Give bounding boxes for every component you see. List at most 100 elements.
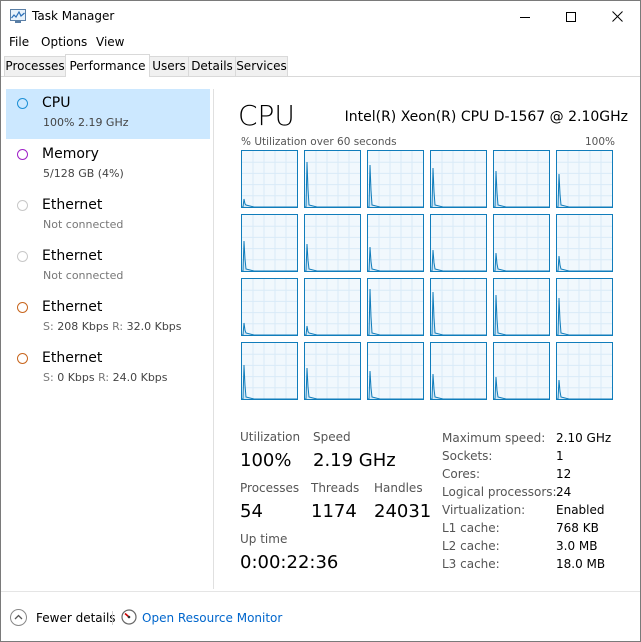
spec-label: L2 cache: [442,539,500,553]
cpu-title: CPU [238,99,295,132]
cpu-core-graph [430,214,487,272]
cpu-core-graph [430,342,487,400]
sidebar-item-label: Ethernet [42,197,103,213]
cpu-core-graph [241,342,298,400]
uptime-label: Up time [240,532,288,546]
ethernet-indicator-icon [17,200,28,211]
chevron-up-icon[interactable] [10,609,27,626]
send-label: S: [43,320,54,333]
cpu-core-graph [241,278,298,336]
sidebar-item-detail: S: 208 Kbps R: 32.0 Kbps [43,320,182,333]
tab-details[interactable]: Details [188,56,236,76]
cpu-model: Intel(R) Xeon(R) CPU D-1567 @ 2.10GHz [344,109,628,125]
maximize-icon [566,11,576,22]
spec-label: Maximum speed: [442,431,546,445]
sidebar-item-cpu[interactable]: CPU 100% 2.19 GHz [6,89,210,139]
spec-label: Sockets: [442,449,493,463]
tab-users[interactable]: Users [149,56,189,76]
menu-file[interactable]: File [9,35,29,49]
sidebar-item-label: CPU [42,95,71,111]
tab-performance[interactable]: Performance [65,54,150,77]
sidebar-item-ethernet-2[interactable]: Ethernet Not connected [6,242,210,292]
maximize-button[interactable] [548,1,594,32]
tab-processes[interactable]: Processes [4,56,66,76]
utilization-trace [242,322,297,335]
spec-label: L1 cache: [442,521,500,535]
speed-label: Speed [313,430,351,444]
sidebar-item-detail: S: 0 Kbps R: 24.0 Kbps [43,371,168,384]
receive-rate: 32.0 Kbps [126,320,182,333]
utilization-trace [557,173,612,207]
uptime-value: 0:00:22:36 [240,552,339,573]
minimize-icon [520,16,530,18]
threads-label: Threads [311,481,360,495]
send-label: S: [43,371,54,384]
sidebar-item-label: Ethernet [42,248,103,264]
cpu-detail-pane: CPU Intel(R) Xeon(R) CPU D-1567 @ 2.10GH… [214,77,640,591]
cpu-core-graph [556,150,613,208]
utilization-trace [431,373,486,399]
spec-label: Cores: [442,467,481,481]
cpu-core-graph [556,214,613,272]
tab-services[interactable]: Services [235,56,288,76]
sidebar-item-detail: 100% 2.19 GHz [43,116,129,129]
spec-value: 768 KB [556,521,599,535]
sidebar-item-ethernet-3[interactable]: Ethernet S: 208 Kbps R: 32.0 Kbps [6,293,210,343]
open-resource-monitor-link[interactable]: Open Resource Monitor [142,611,282,625]
spec-value: 3.0 MB [556,539,598,553]
task-manager-icon [10,9,26,23]
spec-label: L3 cache: [442,557,500,571]
ethernet-indicator-icon [17,302,28,313]
cpu-core-graph [556,342,613,400]
memory-indicator-icon [17,149,28,160]
close-button[interactable] [594,1,640,32]
cpu-core-graph [367,342,424,400]
footer-divider [112,611,113,625]
utilization-trace [242,198,297,207]
minimize-button[interactable] [502,1,548,32]
utilization-trace [242,364,297,399]
cpu-core-graph [367,278,424,336]
cpu-core-graph [493,214,550,272]
spec-value: 2.10 GHz [556,431,612,445]
spec-label: Virtualization: [442,503,526,517]
cpu-indicator-icon [17,98,28,109]
utilization-trace [557,255,612,271]
sidebar-item-label: Ethernet [42,299,103,315]
graph-caption: % Utilization over 60 seconds [241,136,397,148]
utilization-trace [242,240,297,271]
sidebar-item-detail: 5/128 GB (4%) [43,167,124,180]
utilization-trace [368,370,423,399]
cpu-core-graph [304,214,361,272]
sidebar-item-ethernet-4[interactable]: Ethernet S: 0 Kbps R: 24.0 Kbps [6,344,210,394]
cpu-core-graph [367,214,424,272]
resource-monitor-icon [121,609,137,625]
footer-bar: Fewer details Open Resource Monitor [1,591,640,641]
receive-label: R: [98,371,110,384]
utilization-trace [431,249,486,271]
utilization-label: Utilization [240,430,301,444]
utilization-trace [494,170,549,207]
utilization-trace [368,164,423,207]
menu-options[interactable]: Options [41,35,87,49]
cpu-core-graph [493,342,550,400]
utilization-trace [368,246,423,271]
cpu-core-graph [304,150,361,208]
sidebar-item-ethernet-1[interactable]: Ethernet Not connected [6,191,210,241]
menu-view[interactable]: View [96,35,124,49]
processes-value: 54 [240,501,263,522]
cpu-core-graph [493,278,550,336]
utilization-trace [431,291,486,335]
fewer-details-button[interactable]: Fewer details [36,611,116,625]
sidebar-item-memory[interactable]: Memory 5/128 GB (4%) [6,140,210,190]
utilization-trace [494,252,549,271]
send-rate: 208 Kbps [57,320,109,333]
utilization-trace [557,297,612,335]
utilization-trace [557,379,612,399]
sidebar-item-detail: Not connected [43,218,124,231]
cpu-core-graph [241,150,298,208]
handles-value: 24031 [374,501,432,522]
graph-max-label: 100% [584,136,615,148]
cpu-core-graph [430,150,487,208]
ethernet-indicator-icon [17,251,28,262]
